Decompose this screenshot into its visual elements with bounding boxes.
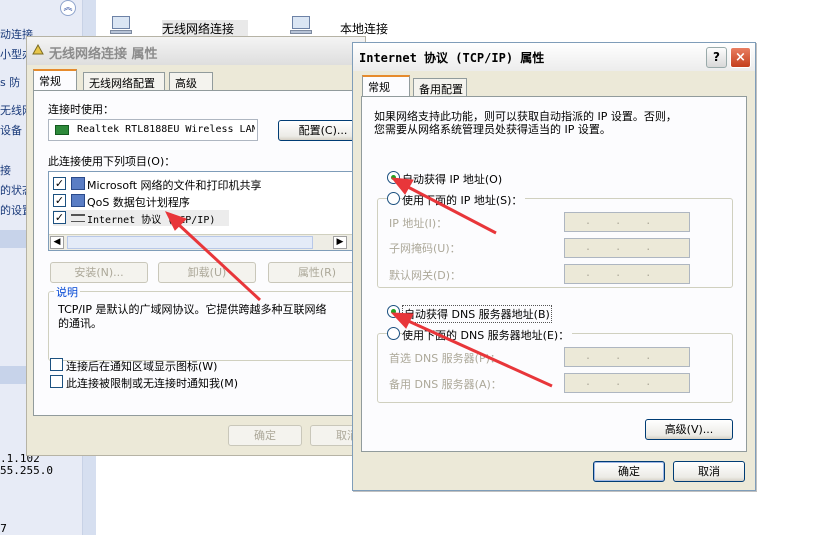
task-link[interactable]: 设备: [0, 122, 22, 138]
ip-address-label: IP 地址(I)：: [389, 217, 448, 230]
wlan-title-bar[interactable]: 无线网络连接 属性: [27, 37, 365, 65]
help-icon[interactable]: ?: [706, 47, 727, 68]
tcpip-properties-dialog: Internet 协议 (TCP/IP) 属性 ? × 常规 备用配置 如果网络…: [352, 42, 756, 491]
preferred-dns-label: 首选 DNS 服务器(P)：: [389, 352, 501, 365]
tab-general[interactable]: 常规: [33, 69, 77, 91]
item-checkbox[interactable]: ✓: [53, 211, 66, 224]
default-gateway-field[interactable]: . . .: [564, 264, 690, 284]
qos-service-icon: [71, 194, 85, 207]
auto-ip-label: 自动获得 IP 地址(O): [402, 173, 503, 186]
list-item[interactable]: ✓ Microsoft 网络的文件和打印机共享: [53, 176, 353, 192]
network-item-label: 无线网络连接: [162, 20, 249, 37]
footer-fragment: 7: [0, 522, 7, 535]
auto-dns-label: 自动获得 DNS 服务器地址(B): [402, 305, 552, 323]
protocol-icon: [71, 214, 85, 222]
tab-wireless-config[interactable]: 无线网络配置: [83, 72, 165, 91]
task-link[interactable]: 接: [0, 162, 11, 178]
adapter-name: Realtek RTL8188EU Wireless LAN: [77, 124, 255, 135]
task-link[interactable]: s 防: [0, 74, 20, 90]
list-item-label: QoS 数据包计划程序: [87, 196, 190, 209]
list-item-label: Internet 协议 (TCP/IP): [87, 215, 216, 226]
tcpip-title-bar[interactable]: Internet 协议 (TCP/IP) 属性 ? ×: [353, 43, 755, 71]
tab-advanced[interactable]: 高级: [169, 72, 213, 91]
ip-address-field[interactable]: . . .: [564, 212, 690, 232]
components-list: ✓ Microsoft 网络的文件和打印机共享 ✓ QoS 数据包计划程序 ✓ …: [48, 171, 354, 251]
manual-dns-label: 使用下面的 DNS 服务器地址(E)：: [402, 327, 573, 343]
item-checkbox[interactable]: ✓: [53, 177, 66, 190]
show-icon-label: 连接后在通知区域显示图标(W): [66, 360, 218, 373]
network-icon: [31, 43, 45, 56]
tab-alternate-config[interactable]: 备用配置: [413, 78, 467, 97]
collapse-chevron-icon[interactable]: ︽: [60, 0, 76, 16]
network-connection-icon: [108, 14, 134, 36]
items-label: 此连接使用下列项目(O)：: [48, 155, 176, 168]
uninstall-button[interactable]: 卸载(U): [158, 262, 256, 283]
network-item-label: 本地连接: [340, 22, 389, 36]
subnet-mask-field[interactable]: . . .: [564, 238, 690, 258]
adapter-field: Realtek RTL8188EU Wireless LAN: [48, 119, 258, 141]
advanced-button[interactable]: 高级(V)...: [645, 419, 733, 440]
network-connection-icon: [288, 14, 314, 36]
wlan-general-panel: 连接时使用： Realtek RTL8188EU Wireless LAN 配置…: [33, 90, 373, 416]
auto-dns-radio[interactable]: [387, 305, 400, 318]
default-gateway-label: 默认网关(D)：: [389, 269, 462, 282]
tab-general[interactable]: 常规: [362, 75, 410, 97]
wlan-ok-button[interactable]: 确定: [228, 425, 302, 446]
manual-ip-radio[interactable]: [387, 192, 400, 205]
tcpip-general-panel: 如果网络支持此功能，则可以获取自动指派的 IP 设置。否则， 您需要从网络系统管…: [361, 96, 747, 452]
connect-using-label: 连接时使用：: [48, 103, 114, 116]
close-icon[interactable]: ×: [730, 47, 751, 68]
list-item[interactable]: ✓ QoS 数据包计划程序: [53, 193, 353, 209]
description-title: 说明: [54, 284, 80, 300]
wlan-dialog-title: 无线网络连接 属性: [49, 47, 158, 62]
list-item-label: Microsoft 网络的文件和打印机共享: [87, 179, 262, 192]
list-item-selected[interactable]: ✓ Internet 协议 (TCP/IP): [53, 210, 229, 226]
item-checkbox[interactable]: ✓: [53, 194, 66, 207]
alternate-dns-label: 备用 DNS 服务器(A)：: [389, 378, 502, 391]
tcpip-ok-button[interactable]: 确定: [593, 461, 665, 482]
notify-label: 此连接被限制或无连接时通知我(M): [66, 377, 239, 390]
network-adapter-icon: [55, 125, 69, 135]
wlan-properties-dialog: 无线网络连接 属性 常规 无线网络配置 高级 连接时使用： Realtek RT…: [26, 36, 384, 456]
horizontal-scrollbar[interactable]: ◀ ▶: [49, 234, 353, 250]
install-button[interactable]: 安装(N)...: [50, 262, 148, 283]
subnet-mask-fragment: 55.255.0: [0, 464, 53, 477]
show-icon-checkbox[interactable]: [50, 358, 63, 371]
preferred-dns-field[interactable]: . . .: [564, 347, 690, 367]
auto-ip-radio[interactable]: [387, 171, 400, 184]
description-text: 的通讯。: [58, 317, 102, 330]
alternate-dns-field[interactable]: . . .: [564, 373, 690, 393]
share-service-icon: [71, 177, 85, 190]
manual-ip-label: 使用下面的 IP 地址(S)：: [402, 192, 526, 208]
tcpip-cancel-button[interactable]: 取消: [673, 461, 745, 482]
tcpip-dialog-title: Internet 协议 (TCP/IP) 属性: [359, 51, 545, 65]
manual-dns-radio[interactable]: [387, 327, 400, 340]
scroll-right-icon[interactable]: ▶: [333, 236, 347, 249]
subnet-mask-label: 子网掩码(U)：: [389, 242, 461, 255]
notify-checkbox[interactable]: [50, 375, 63, 388]
scroll-thumb[interactable]: [67, 236, 313, 249]
scroll-left-icon[interactable]: ◀: [50, 236, 64, 249]
intro-text: 您需要从网络系统管理员处获得适当的 IP 设置。: [374, 123, 611, 136]
